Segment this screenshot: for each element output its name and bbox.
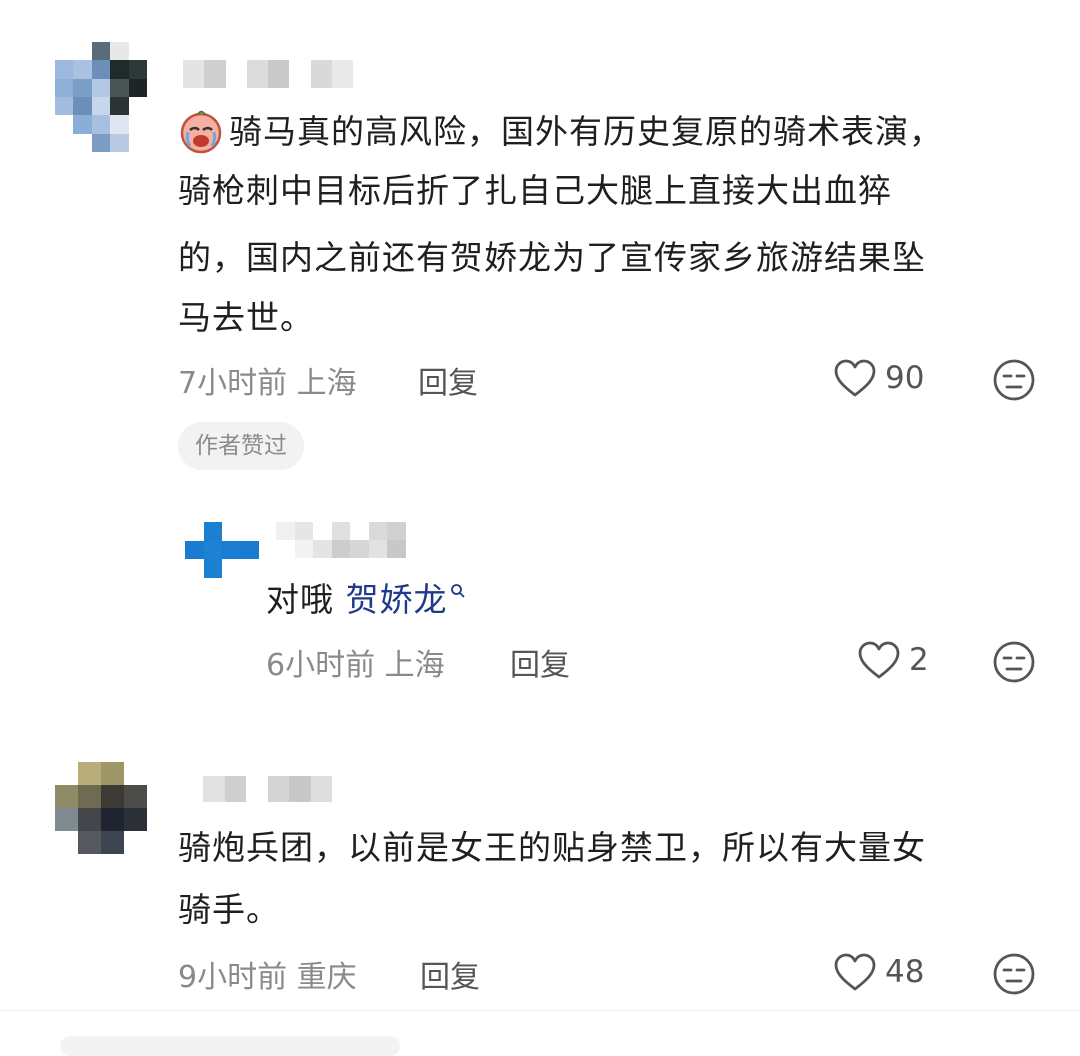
reply-button[interactable]: 回复: [510, 640, 570, 684]
search-icon: [450, 584, 465, 598]
reply-button[interactable]: 回复: [418, 358, 478, 402]
dislike-face-icon[interactable]: [992, 952, 1036, 996]
username-redacted[interactable]: [276, 522, 406, 558]
like-count: 2: [909, 642, 929, 678]
comment-meta: 9小时前 重庆: [178, 952, 357, 996]
comment-text: 骑马真的高风险，国外有历史复原的骑术表演，: [229, 112, 943, 151]
crying-face-emoji: [180, 110, 222, 154]
comment-time: 6小时前: [266, 648, 376, 683]
heart-outline-icon: [834, 953, 876, 991]
comment-text-line: 马去世。: [178, 298, 314, 337]
comment-location: 上海: [296, 366, 357, 401]
reply-button[interactable]: 回复: [420, 952, 480, 996]
mention-link[interactable]: 贺娇龙: [346, 580, 466, 619]
username-redacted[interactable]: [183, 60, 353, 88]
comment-text-line: 的，国内之前还有贺娇龙为了宣传家乡旅游结果坠: [178, 238, 926, 277]
like-count: 90: [885, 360, 925, 396]
username-redacted[interactable]: [182, 776, 332, 802]
dislike-face-icon[interactable]: [992, 358, 1036, 402]
avatar[interactable]: [55, 762, 147, 854]
bottom-bar: [60, 1036, 400, 1056]
dislike-face-icon[interactable]: [992, 640, 1036, 684]
comment-meta: 6小时前 上海: [266, 640, 445, 684]
avatar[interactable]: [185, 522, 259, 578]
like-button[interactable]: 48: [833, 952, 924, 992]
comment-location: 重庆: [296, 960, 357, 995]
comment-time: 9小时前: [178, 960, 288, 995]
reply-text: 对哦 贺娇龙: [266, 570, 466, 629]
avatar[interactable]: [55, 42, 147, 152]
comment-meta: 7小时前 上海: [178, 358, 357, 402]
heart-outline-icon: [858, 641, 900, 679]
like-button[interactable]: 90: [833, 358, 924, 398]
like-button[interactable]: 2: [857, 640, 929, 680]
comment-text-line: 骑枪刺中目标后折了扎自己大腿上直接大出血猝: [178, 171, 892, 210]
author-liked-badge: 作者赞过: [178, 422, 304, 470]
comment-text-line: 骑手。: [178, 890, 280, 929]
like-count: 48: [885, 954, 925, 990]
comment-time: 7小时前: [178, 366, 288, 401]
comment-text-line: 骑炮兵团，以前是女王的贴身禁卫，所以有大量女: [178, 828, 926, 867]
comment-location: 上海: [384, 648, 445, 683]
heart-outline-icon: [834, 359, 876, 397]
divider: [0, 1010, 1080, 1011]
